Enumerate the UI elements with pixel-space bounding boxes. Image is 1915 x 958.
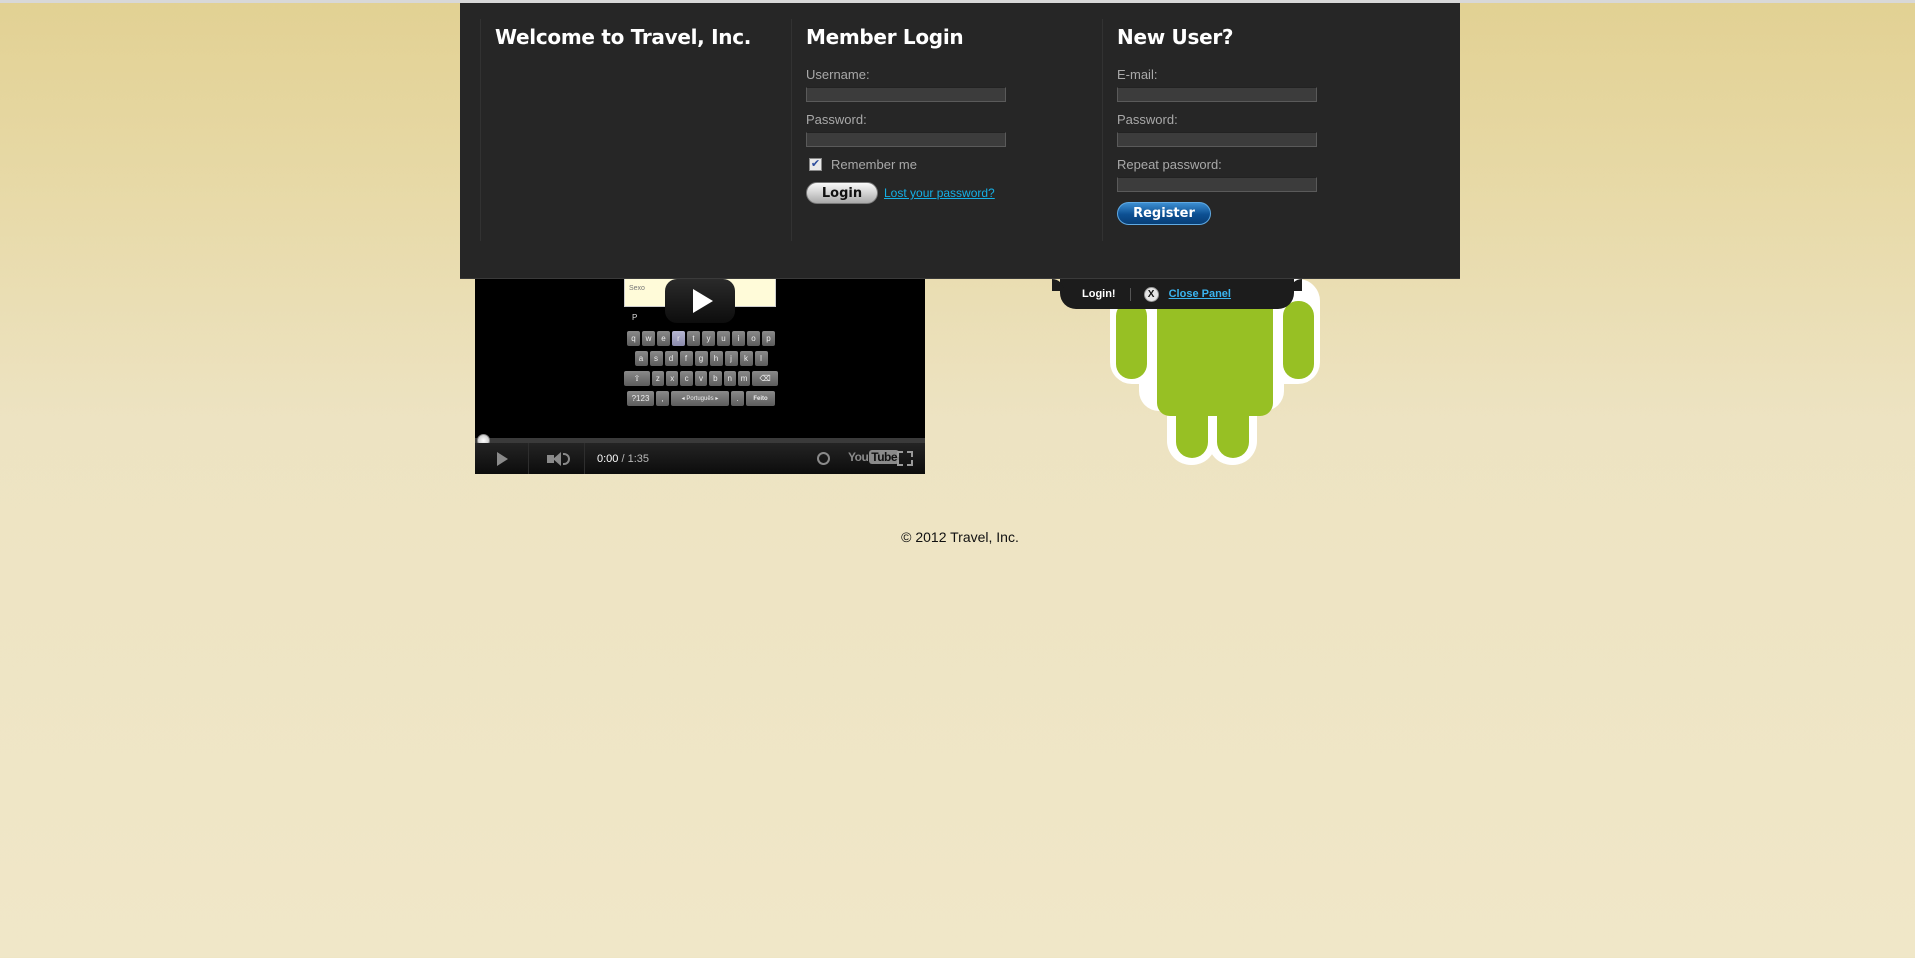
keyboard-row: ?123, ◂ Português ▸. Feito bbox=[623, 391, 779, 406]
member-login-column: Member Login Username: Password: ✔ Remem… bbox=[791, 19, 1101, 241]
keyboard-key: z bbox=[651, 371, 665, 386]
keyboard-key: ⌫ bbox=[752, 371, 779, 386]
password-input[interactable] bbox=[806, 132, 1006, 147]
video-frame-keyboard: qwertyuiop asdfghjkl ⇧ z x c v b n m ⌫ ?123, ◂ Po… bbox=[623, 331, 779, 411]
android-robot-image bbox=[1110, 279, 1320, 465]
email-label: E-mail: bbox=[1117, 67, 1158, 82]
keyboard-key: k bbox=[739, 351, 753, 366]
volume-icon[interactable] bbox=[547, 451, 570, 466]
register-password-label: Password: bbox=[1117, 112, 1178, 127]
fullscreen-icon[interactable] bbox=[897, 451, 913, 466]
username-label: Username: bbox=[806, 67, 870, 82]
video-time-total: 1:35 bbox=[627, 452, 650, 465]
keyboard-row: asdfghjkl bbox=[623, 351, 779, 366]
keyboard-key: i bbox=[732, 331, 745, 346]
new-user-column: New User? E-mail: Password: Repeat passw… bbox=[1102, 19, 1412, 241]
close-panel-link[interactable]: Close Panel bbox=[1169, 288, 1231, 300]
keyboard-key: o bbox=[747, 331, 760, 346]
keyboard-key: p bbox=[762, 331, 775, 346]
new-user-title: New User? bbox=[1117, 25, 1234, 49]
keyboard-row: ⇧ z x c v b n m ⌫ bbox=[623, 371, 779, 386]
keyboard-key: m bbox=[737, 371, 751, 386]
remember-me-checkbox[interactable]: ✔ bbox=[809, 158, 822, 171]
keyboard-key: ?123 bbox=[627, 391, 654, 406]
footer-copyright: © 2012 Travel, Inc. bbox=[901, 529, 1019, 545]
register-button[interactable]: Register bbox=[1117, 202, 1211, 225]
video-time-current: 0:00 bbox=[597, 452, 619, 465]
keyboard-key: b bbox=[709, 371, 722, 386]
keyboard-key: j bbox=[724, 351, 738, 366]
keyboard-key: a bbox=[634, 351, 648, 366]
divider bbox=[1129, 287, 1131, 301]
repeat-password-input[interactable] bbox=[1117, 177, 1317, 192]
remember-me-label: Remember me bbox=[831, 157, 917, 172]
username-input[interactable] bbox=[806, 87, 1006, 102]
keyboard-key: . bbox=[731, 391, 744, 406]
keyboard-key: h bbox=[709, 351, 723, 366]
login-actions: Login Lost your password? bbox=[806, 182, 1101, 204]
video-time: 0:00 / 1:35 bbox=[597, 453, 649, 465]
video-frame-letter: P bbox=[632, 313, 638, 322]
remember-me-row: ✔ Remember me bbox=[806, 157, 1101, 172]
keyboard-key: c bbox=[680, 371, 693, 386]
close-icon[interactable]: X bbox=[1143, 286, 1159, 302]
keyboard-key: y bbox=[702, 331, 715, 346]
keyboard-key: t bbox=[687, 331, 700, 346]
member-login-title: Member Login bbox=[806, 25, 964, 49]
password-label: Password: bbox=[806, 112, 867, 127]
divider bbox=[584, 443, 585, 474]
keyboard-key: r bbox=[672, 331, 685, 346]
watch-later-icon[interactable] bbox=[817, 452, 830, 465]
keyboard-key: w bbox=[642, 331, 655, 346]
welcome-title: Welcome to Travel, Inc. bbox=[495, 25, 752, 49]
keyboard-key: l bbox=[754, 351, 768, 366]
keyboard-key: u bbox=[717, 331, 730, 346]
keyboard-key: ◂ Português ▸ bbox=[671, 391, 729, 406]
login-panel: Welcome to Travel, Inc. Member Login Use… bbox=[460, 3, 1460, 279]
video-play-overlay-button[interactable] bbox=[665, 279, 735, 323]
keyboard-key: g bbox=[694, 351, 708, 366]
register-password-input[interactable] bbox=[1117, 132, 1317, 147]
keyboard-key: q bbox=[627, 331, 640, 346]
keyboard-row: qwertyuiop bbox=[623, 331, 779, 346]
welcome-column: Welcome to Travel, Inc. bbox=[480, 19, 790, 241]
keyboard-key: , bbox=[656, 391, 669, 406]
login-button[interactable]: Login bbox=[806, 182, 878, 204]
keyboard-key: f bbox=[679, 351, 693, 366]
video-controls: 0:00 / 1:35 You Tube bbox=[475, 443, 925, 474]
panel-toggle-tab: Login! X Close Panel bbox=[1052, 279, 1302, 309]
youtube-logo[interactable]: You Tube bbox=[848, 450, 900, 464]
keyboard-key: ⇧ bbox=[623, 371, 650, 386]
keyboard-key: d bbox=[664, 351, 678, 366]
repeat-password-label: Repeat password: bbox=[1117, 157, 1222, 172]
tab-login-label[interactable]: Login! bbox=[1082, 288, 1116, 300]
keyboard-key: s bbox=[649, 351, 663, 366]
keyboard-key: x bbox=[666, 371, 679, 386]
keyboard-key: e bbox=[657, 331, 670, 346]
keyboard-key: n bbox=[723, 371, 736, 386]
divider bbox=[528, 443, 529, 474]
play-icon bbox=[692, 289, 713, 313]
lost-password-link[interactable]: Lost your password? bbox=[884, 186, 995, 200]
video-player[interactable]: Sexo P qwertyuiop asdfghjkl ⇧ z x c v b n m ⌫ ?1… bbox=[475, 279, 925, 474]
keyboard-key: v bbox=[694, 371, 708, 386]
keyboard-key: Feito bbox=[746, 391, 775, 406]
play-icon[interactable] bbox=[497, 451, 508, 466]
email-input[interactable] bbox=[1117, 87, 1317, 102]
video-frame-hint: Sexo bbox=[629, 285, 645, 292]
video-time-separator: / bbox=[618, 452, 628, 465]
